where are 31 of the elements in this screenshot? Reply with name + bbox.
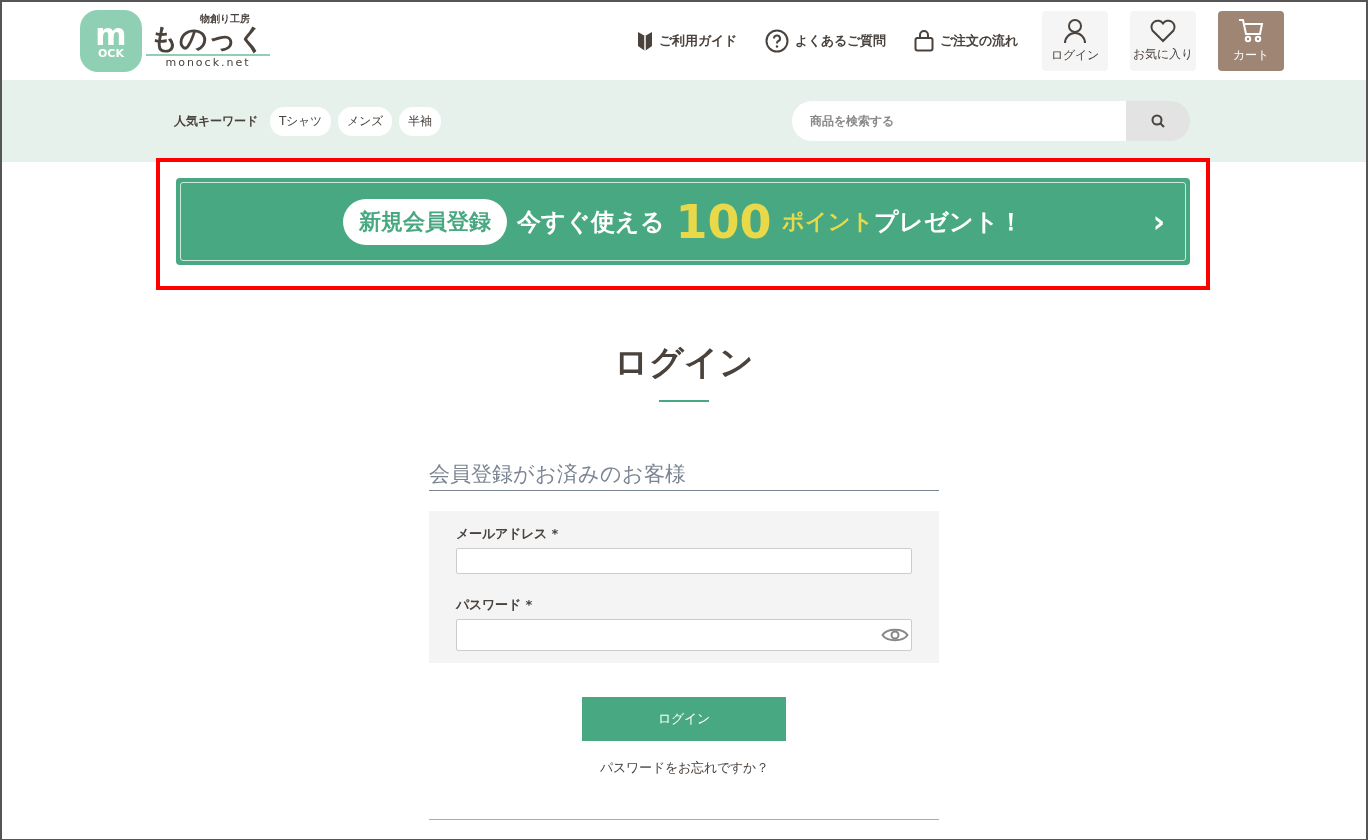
nav-link[interactable]: よくあるご質問 — [765, 29, 886, 53]
input-field[interactable] — [456, 619, 912, 651]
heart-icon — [1149, 19, 1177, 43]
keyword-tag[interactable]: 半袖 — [399, 106, 442, 136]
section-title: 会員登録がお済みのお客様 — [429, 460, 939, 491]
nav-link[interactable]: ご利用ガイド — [637, 30, 737, 52]
help-icon — [765, 29, 789, 53]
forgot-password-link[interactable]: パスワードをお忘れですか？ — [429, 759, 939, 777]
banner-text: 今すぐ使える — [517, 206, 666, 238]
banner-badge: 新規会員登録 — [343, 198, 508, 245]
page-title: ログイン — [614, 341, 754, 384]
eye-icon[interactable] — [881, 626, 909, 644]
cart-icon — [1238, 18, 1264, 44]
search-icon — [1151, 114, 1165, 128]
user-icon — [1063, 18, 1087, 44]
input-field[interactable] — [456, 548, 912, 574]
search-field[interactable]: 商品を検索する — [792, 101, 1126, 141]
search-button[interactable] — [1126, 101, 1190, 141]
keyword-tag[interactable]: メンズ — [338, 106, 393, 136]
header-button[interactable]: お気に入り — [1130, 11, 1196, 71]
banner-text: プレゼント！ — [873, 206, 1023, 238]
nav-link[interactable]: ご注文の流れ — [914, 30, 1018, 52]
header-button[interactable]: ログイン — [1042, 11, 1108, 71]
banner-number: 100 — [675, 194, 772, 249]
banner-text: ポイント — [781, 207, 874, 236]
chevron-icon: › — [1152, 204, 1165, 239]
keyword-tag[interactable]: Tシャツ — [270, 106, 332, 136]
bag-icon — [914, 30, 934, 52]
field-label: メールアドレス * — [456, 525, 560, 543]
field-label: パスワード * — [456, 596, 534, 614]
keyword-label: 人気キーワード — [174, 112, 258, 130]
